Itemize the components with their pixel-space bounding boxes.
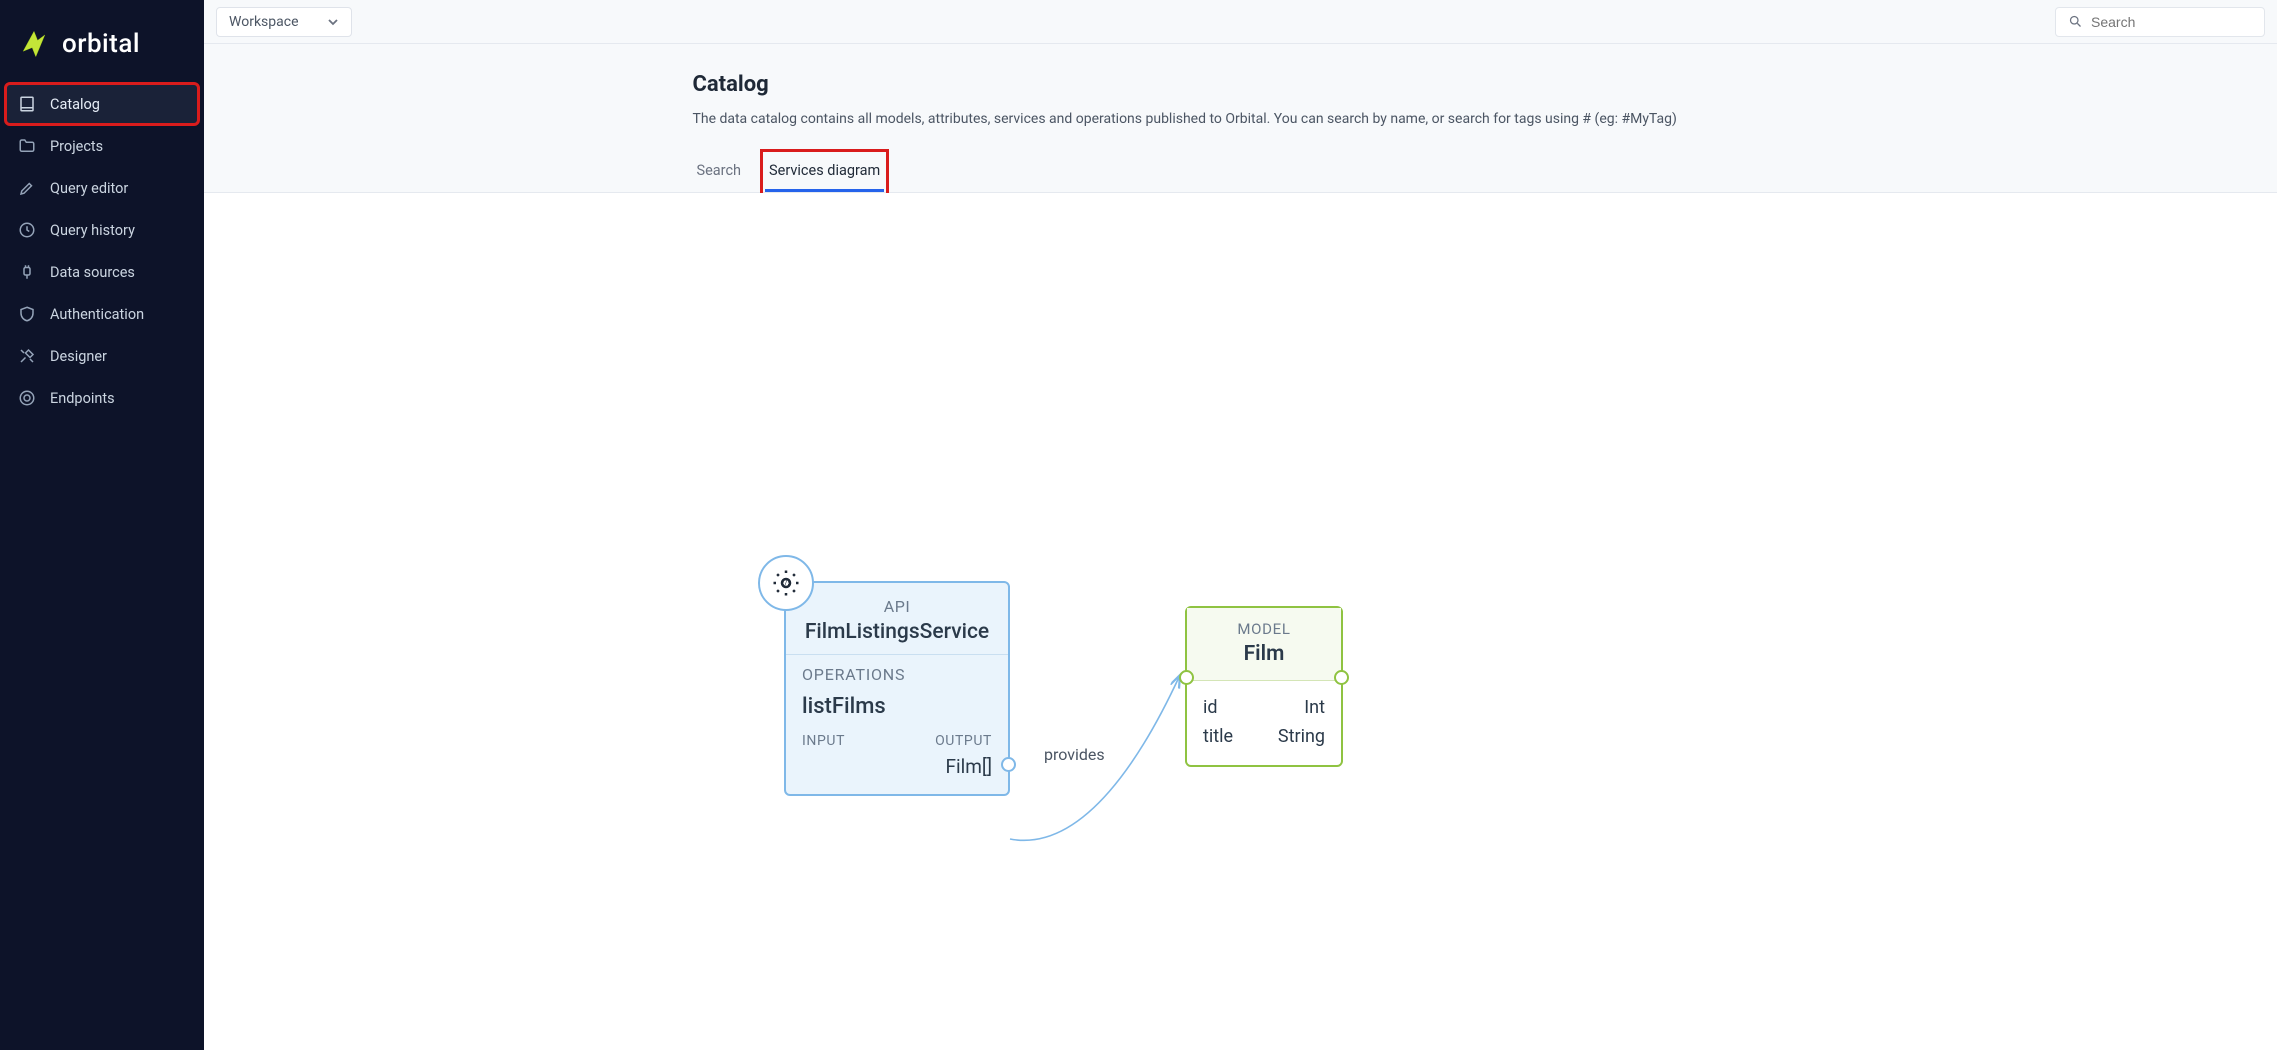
model-type-label: MODEL: [1203, 620, 1325, 638]
output-label: OUTPUT: [935, 733, 992, 749]
operation-name: listFilms: [802, 694, 992, 719]
clock-icon: [18, 221, 36, 239]
sidebar-item-label: Endpoints: [50, 390, 115, 407]
sidebar-item-label: Query history: [50, 222, 135, 239]
tab-services-diagram[interactable]: Services diagram: [765, 154, 884, 192]
edge-label: provides: [1044, 745, 1105, 764]
sidebar-item-query-history[interactable]: Query history: [6, 210, 198, 250]
shield-icon: [18, 305, 36, 323]
plug-icon: [18, 263, 36, 281]
chevron-down-icon: [327, 16, 339, 28]
sidebar-item-label: Data sources: [50, 264, 135, 281]
sidebar-item-label: Designer: [50, 348, 107, 365]
sidebar-item-label: Authentication: [50, 306, 144, 323]
sidebar-item-label: Query editor: [50, 180, 128, 197]
sidebar-item-catalog[interactable]: Catalog: [6, 84, 198, 124]
sidebar-item-query-editor[interactable]: Query editor: [6, 168, 198, 208]
field-name: title: [1203, 726, 1233, 747]
node-model[interactable]: MODEL Film id Int title String: [1185, 606, 1343, 767]
operations-label: OPERATIONS: [802, 665, 992, 684]
main: Workspace Catalog The data catalog conta…: [204, 0, 2277, 1050]
svg-text:</>: </>: [781, 579, 792, 588]
sidebar-item-designer[interactable]: Designer: [6, 336, 198, 376]
topbar: Workspace: [204, 0, 2277, 44]
logo: orbital: [0, 12, 204, 84]
search-input[interactable]: [2091, 14, 2252, 30]
sidebar-item-projects[interactable]: Projects: [6, 126, 198, 166]
field-name: id: [1203, 697, 1218, 718]
port-output[interactable]: [1001, 757, 1016, 772]
model-name: Film: [1203, 642, 1325, 666]
nav: Catalog Projects Query editor Query hist…: [0, 84, 204, 418]
api-type-label: API: [802, 597, 992, 616]
book-icon: [18, 95, 36, 113]
port-input[interactable]: [1179, 670, 1194, 685]
api-name: FilmListingsService: [802, 620, 992, 644]
field-row: id Int: [1203, 693, 1325, 722]
pencil-icon: [18, 179, 36, 197]
logo-text: orbital: [62, 29, 140, 59]
field-type: String: [1278, 726, 1325, 747]
folder-icon: [18, 137, 36, 155]
tabs: Search Services diagram: [693, 154, 1789, 192]
gear-icon: </>: [758, 555, 814, 611]
input-label: INPUT: [802, 733, 845, 749]
workspace-select[interactable]: Workspace: [216, 7, 352, 37]
output-value: Film[]: [946, 755, 992, 778]
sidebar-item-data-sources[interactable]: Data sources: [6, 252, 198, 292]
page-title: Catalog: [693, 72, 1789, 97]
field-type: Int: [1304, 697, 1325, 718]
node-api[interactable]: </> API FilmListingsService OPERATIONS l…: [784, 581, 1010, 796]
content-header: Catalog The data catalog contains all mo…: [204, 44, 2277, 193]
sidebar-item-label: Catalog: [50, 96, 100, 113]
logo-mark-icon: [16, 26, 52, 62]
tools-icon: [18, 347, 36, 365]
sidebar-item-label: Projects: [50, 138, 103, 155]
search-box[interactable]: [2055, 7, 2265, 37]
diagram-canvas[interactable]: </> API FilmListingsService OPERATIONS l…: [204, 193, 2277, 1050]
sidebar-item-authentication[interactable]: Authentication: [6, 294, 198, 334]
sidebar: orbital Catalog Projects Query editor: [0, 0, 204, 1050]
field-row: title String: [1203, 722, 1325, 751]
workspace-label: Workspace: [229, 14, 299, 30]
sidebar-item-endpoints[interactable]: Endpoints: [6, 378, 198, 418]
page-description: The data catalog contains all models, at…: [693, 109, 1789, 130]
port-output[interactable]: [1334, 670, 1349, 685]
target-icon: [18, 389, 36, 407]
search-icon: [2068, 14, 2083, 29]
tab-search[interactable]: Search: [693, 154, 746, 192]
